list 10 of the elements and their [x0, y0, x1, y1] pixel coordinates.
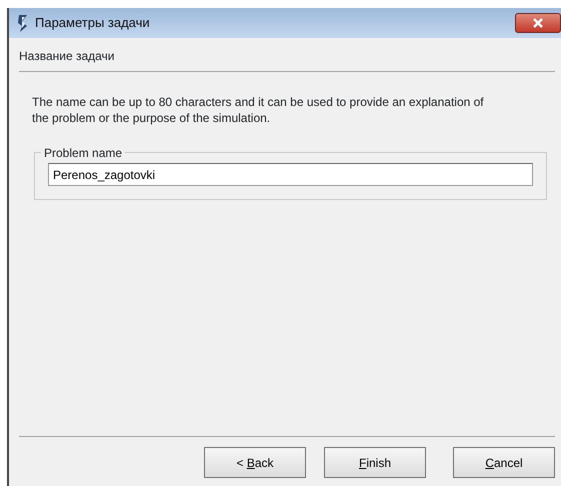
page-header: Название задачи — [19, 49, 115, 63]
description-text: The name can be up to 80 characters and it can be used to provide an explanation of the problem or the purpose of the simulation. — [31, 94, 485, 126]
app-logo-icon — [17, 14, 29, 32]
back-button[interactable]: < Back — [204, 447, 306, 478]
window-title: Параметры задачи — [35, 14, 150, 32]
finish-button[interactable]: Finish — [324, 447, 426, 478]
close-button[interactable] — [515, 13, 561, 33]
close-icon — [532, 18, 544, 28]
problem-name-field[interactable]: Perenos_zagotovki — [48, 163, 533, 186]
cancel-button[interactable]: Cancel — [453, 447, 555, 478]
